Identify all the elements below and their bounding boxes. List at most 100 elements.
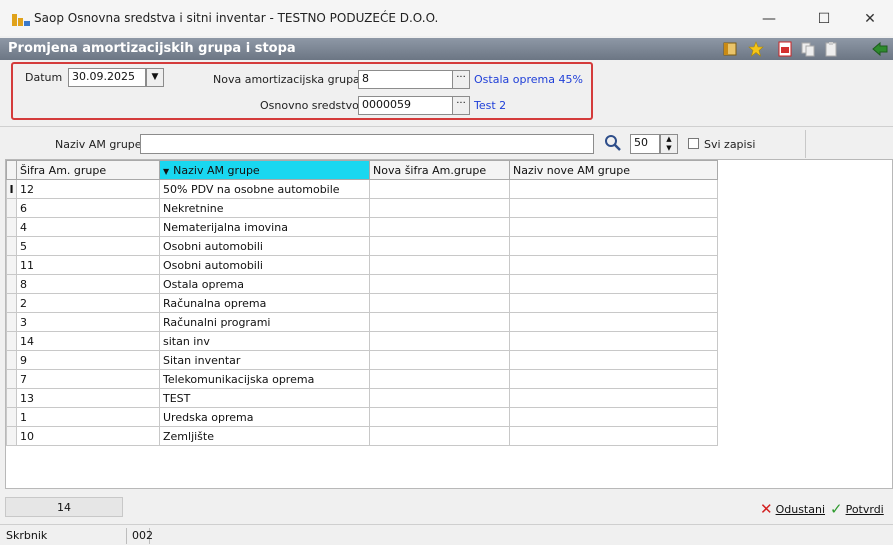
potvrdi-button[interactable]: ✓ Potvrdi xyxy=(830,500,884,518)
row-indicator xyxy=(6,426,17,446)
cell-naziv[interactable]: Uredska oprema xyxy=(159,407,370,427)
table-row[interactable]: 2 Računalna oprema xyxy=(6,293,718,313)
cell-naziv-nove[interactable] xyxy=(509,407,718,427)
cell-nova-sifra[interactable] xyxy=(369,350,510,370)
copy-icon[interactable] xyxy=(800,41,816,57)
cell-naziv-nove[interactable] xyxy=(509,312,718,332)
cell-naziv[interactable]: Nematerijalna imovina xyxy=(159,217,370,237)
cell-naziv-nove[interactable] xyxy=(509,293,718,313)
cell-naziv-nove[interactable] xyxy=(509,179,718,199)
cell-sifra[interactable]: 4 xyxy=(16,217,160,237)
cell-naziv[interactable]: 50% PDV na osobne automobile xyxy=(159,179,370,199)
table-row[interactable]: 7 Telekomunikacijska oprema xyxy=(6,369,718,389)
cell-naziv-nove[interactable] xyxy=(509,198,718,218)
cell-sifra[interactable]: 2 xyxy=(16,293,160,313)
cell-sifra[interactable]: 10 xyxy=(16,426,160,446)
osnovno-sredstvo-lookup-button[interactable]: ··· xyxy=(452,96,470,115)
cell-naziv-nove[interactable] xyxy=(509,255,718,275)
table-row[interactable]: 11 Osobni automobili xyxy=(6,255,718,275)
cell-nova-sifra[interactable] xyxy=(369,312,510,332)
cell-naziv[interactable]: sitan inv xyxy=(159,331,370,351)
table-row[interactable]: 5 Osobni automobili xyxy=(6,236,718,256)
cell-nova-sifra[interactable] xyxy=(369,274,510,294)
cell-nova-sifra[interactable] xyxy=(369,198,510,218)
cell-naziv[interactable]: Ostala oprema xyxy=(159,274,370,294)
cell-nova-sifra[interactable] xyxy=(369,331,510,351)
search-icon[interactable] xyxy=(604,134,622,152)
maximize-button[interactable]: ☐ xyxy=(801,6,847,32)
cell-sifra[interactable]: 3 xyxy=(16,312,160,332)
cell-nova-sifra[interactable] xyxy=(369,255,510,275)
cell-nova-sifra[interactable] xyxy=(369,369,510,389)
cell-naziv-nove[interactable] xyxy=(509,331,718,351)
cell-sifra[interactable]: 9 xyxy=(16,350,160,370)
cell-sifra[interactable]: 8 xyxy=(16,274,160,294)
odustani-button[interactable]: ✕ Odustani xyxy=(760,500,825,518)
cell-naziv[interactable]: Sitan inventar xyxy=(159,350,370,370)
cell-sifra[interactable]: 13 xyxy=(16,388,160,408)
cell-sifra[interactable]: 11 xyxy=(16,255,160,275)
cell-naziv-nove[interactable] xyxy=(509,388,718,408)
cell-naziv[interactable]: Zemljište xyxy=(159,426,370,446)
cell-nova-sifra[interactable] xyxy=(369,426,510,446)
cell-nova-sifra[interactable] xyxy=(369,293,510,313)
cell-naziv[interactable]: TEST xyxy=(159,388,370,408)
column-header-nova-sifra[interactable]: Nova šifra Am.grupe xyxy=(369,160,510,180)
cell-naziv-nove[interactable] xyxy=(509,350,718,370)
paste-icon[interactable] xyxy=(823,41,839,57)
datum-dropdown-button[interactable]: ▼ xyxy=(146,68,164,87)
table-row[interactable]: 6 Nekretnine xyxy=(6,198,718,218)
column-header-sifra[interactable]: Šifra Am. grupe xyxy=(16,160,160,180)
osnovno-sredstvo-field[interactable]: 0000059 xyxy=(358,96,453,115)
nova-grupa-link[interactable]: Ostala oprema 45% xyxy=(474,73,583,86)
cell-nova-sifra[interactable] xyxy=(369,217,510,237)
table-row[interactable]: 3 Računalni programi xyxy=(6,312,718,332)
table-row[interactable]: 9 Sitan inventar xyxy=(6,350,718,370)
record-limit-field[interactable]: 50 xyxy=(630,134,660,154)
close-button[interactable]: ✕ xyxy=(847,6,893,32)
cell-naziv[interactable]: Telekomunikacijska oprema xyxy=(159,369,370,389)
column-header-naziv-nove[interactable]: Naziv nove AM grupe xyxy=(509,160,718,180)
layout-icon[interactable] xyxy=(722,41,738,57)
table-row[interactable]: 14 sitan inv xyxy=(6,331,718,351)
cell-nova-sifra[interactable] xyxy=(369,388,510,408)
cell-naziv[interactable]: Osobni automobili xyxy=(159,236,370,256)
exit-icon[interactable] xyxy=(872,41,888,57)
cell-naziv[interactable]: Računalna oprema xyxy=(159,293,370,313)
table-row[interactable]: 13 TEST xyxy=(6,388,718,408)
cell-naziv-nove[interactable] xyxy=(509,236,718,256)
cell-naziv[interactable]: Računalni programi xyxy=(159,312,370,332)
cell-naziv[interactable]: Osobni automobili xyxy=(159,255,370,275)
osnovno-sredstvo-link[interactable]: Test 2 xyxy=(474,99,506,112)
table-row[interactable]: I 12 50% PDV na osobne automobile xyxy=(6,179,718,199)
datum-field[interactable]: 30.09.2025 xyxy=(68,68,146,87)
cell-naziv-nove[interactable] xyxy=(509,217,718,237)
column-header-naziv[interactable]: ▼ Naziv AM grupe xyxy=(159,160,370,180)
pdf-icon[interactable] xyxy=(777,41,793,57)
cell-sifra[interactable]: 12 xyxy=(16,179,160,199)
table-row[interactable]: 8 Ostala oprema xyxy=(6,274,718,294)
cell-sifra[interactable]: 7 xyxy=(16,369,160,389)
record-limit-spinner[interactable]: ▲ ▼ xyxy=(660,134,678,154)
minimize-button[interactable]: — xyxy=(746,6,792,32)
svi-zapisi-checkbox[interactable] xyxy=(688,138,699,149)
cell-sifra[interactable]: 5 xyxy=(16,236,160,256)
cell-naziv-nove[interactable] xyxy=(509,369,718,389)
cell-nova-sifra[interactable] xyxy=(369,236,510,256)
cell-nova-sifra[interactable] xyxy=(369,407,510,427)
cell-naziv-nove[interactable] xyxy=(509,426,718,446)
search-input[interactable] xyxy=(140,134,594,154)
cell-sifra[interactable]: 14 xyxy=(16,331,160,351)
table-row[interactable]: 4 Nematerijalna imovina xyxy=(6,217,718,237)
table-row[interactable]: 10 Zemljište xyxy=(6,426,718,446)
nova-grupa-field[interactable]: 8 xyxy=(358,70,453,89)
cell-nova-sifra[interactable] xyxy=(369,179,510,199)
cell-naziv[interactable]: Nekretnine xyxy=(159,198,370,218)
cell-sifra[interactable]: 6 xyxy=(16,198,160,218)
cell-naziv-nove[interactable] xyxy=(509,274,718,294)
table-row[interactable]: 1 Uredska oprema xyxy=(6,407,718,427)
app-icon xyxy=(12,14,30,26)
cell-sifra[interactable]: 1 xyxy=(16,407,160,427)
star-icon[interactable] xyxy=(748,41,764,57)
nova-grupa-lookup-button[interactable]: ··· xyxy=(452,70,470,89)
